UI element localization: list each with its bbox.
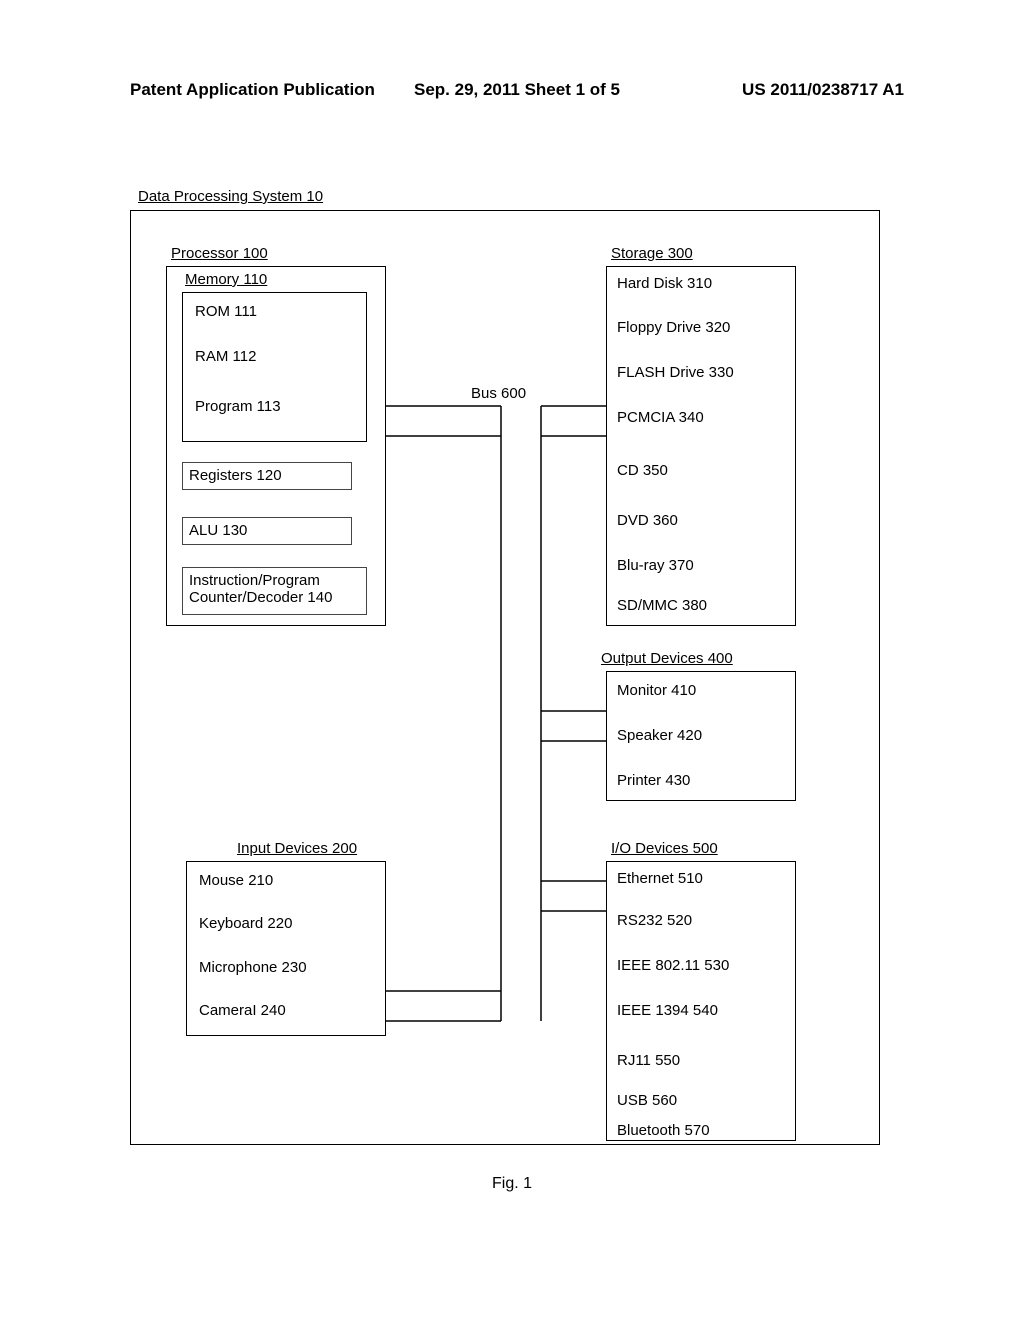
system-title: Data Processing System 10 — [138, 188, 323, 205]
system-box: Processor 100 Memory 110 ROM 111 RAM 112… — [130, 210, 880, 1145]
header-center: Sep. 29, 2011 Sheet 1 of 5 — [388, 80, 646, 100]
header-right: US 2011/0238717 A1 — [646, 80, 944, 100]
diagram-container: Data Processing System 10 Processor 100 … — [130, 170, 880, 1150]
header-left: Patent Application Publication — [130, 80, 388, 100]
bus-lines — [131, 211, 881, 1146]
figure-label: Fig. 1 — [0, 1175, 1024, 1193]
page-header: Patent Application Publication Sep. 29, … — [0, 0, 1024, 110]
